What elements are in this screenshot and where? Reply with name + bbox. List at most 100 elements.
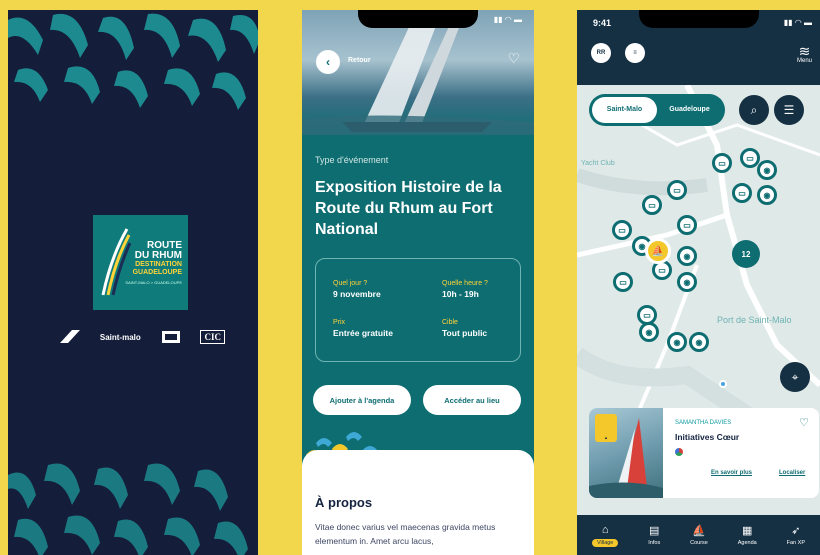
tab-agenda[interactable]: ▦ Agenda: [738, 525, 757, 546]
tab-fan-xp[interactable]: ➶ Fan XP: [787, 525, 805, 546]
tab-infos[interactable]: ▤ Infos: [648, 525, 660, 546]
route-du-rhum-logo: ROUTE DU RHUM DESTINATION GUADELOUPE SAI…: [93, 215, 188, 310]
map-cluster[interactable]: 12: [732, 240, 760, 268]
logo-line-guadeloupe: GUADELOUPE: [132, 268, 182, 276]
event-info-box: Quel jour ? 9 novembre Quelle heure ? 10…: [315, 258, 521, 362]
menu-button[interactable]: ≋ Menu: [797, 44, 812, 64]
info-time-value: 10h - 19h: [442, 289, 479, 299]
crosshair-icon: ⌖: [791, 369, 799, 384]
info-day: Quel jour ? 9 novembre: [333, 280, 381, 299]
splash-screen: ROUTE DU RHUM DESTINATION GUADELOUPE SAI…: [8, 10, 258, 555]
map-pin[interactable]: ▭: [612, 220, 632, 240]
segment-guadeloupe[interactable]: Guadeloupe: [657, 97, 722, 123]
map-pin[interactable]: ◉: [639, 322, 659, 342]
wave-pattern-top: [8, 13, 258, 110]
poi-card-badge-icon: ▲: [595, 414, 617, 442]
filter-icon: ☰: [783, 103, 795, 117]
map-pin[interactable]: ▭: [613, 272, 633, 292]
map-pin[interactable]: ▭: [642, 195, 662, 215]
back-button[interactable]: ‹: [316, 50, 340, 74]
logo-stripes-icon: [101, 228, 131, 296]
location-segmented-control: Saint-Malo Guadeloupe: [589, 94, 725, 126]
tab-village[interactable]: ⌂ Village: [591, 523, 619, 547]
event-title: Exposition Histoire de la Route du Rhum …: [315, 179, 502, 238]
map-pin[interactable]: ◉: [689, 332, 709, 352]
logo-line-route: ROUTE: [147, 239, 182, 251]
status-icons: ▮▮ ◠ ▬: [493, 15, 522, 24]
map-pin[interactable]: ▭: [712, 153, 732, 173]
map-pin[interactable]: ◉: [677, 246, 697, 266]
map-pin[interactable]: ◉: [677, 272, 697, 292]
wave-pattern-bottom: [8, 463, 248, 555]
poi-card[interactable]: ▲ SAMANTHA DAVIES Initiatives Cœur ♡ En …: [589, 408, 819, 498]
go-to-place-button[interactable]: Accéder au lieu: [423, 385, 521, 415]
poi-card-subtitle: SAMANTHA DAVIES: [675, 420, 732, 426]
search-button[interactable]: ⌕: [739, 95, 769, 125]
info-time: Quelle heure ? 10h - 19h: [442, 280, 488, 299]
map-pin[interactable]: ◉: [667, 332, 687, 352]
logo-line-rhum: DU RHUM: [134, 249, 182, 261]
logo-line-destination: DESTINATION: [135, 260, 182, 268]
event-hero-image: [302, 10, 534, 135]
locate-me-button[interactable]: ⌖: [780, 362, 810, 392]
add-to-agenda-button[interactable]: Ajouter à l'agenda: [313, 385, 411, 415]
rocket-icon: ➶: [791, 524, 801, 537]
map-pin[interactable]: ◉: [757, 160, 777, 180]
partner-flag-icon: [161, 331, 180, 343]
poi-locate-link[interactable]: Localiser: [779, 470, 805, 476]
map-screen: 9:41 ▮▮ ◠ ▬ RR ≡ ≋ Menu Yacht Club Port …: [577, 10, 820, 555]
partner-logos: Saint-malo CIC: [60, 330, 225, 344]
poi-favorite-heart-icon[interactable]: ♡: [799, 416, 809, 429]
map-pin[interactable]: ◉: [757, 185, 777, 205]
cic-logo: CIC: [200, 330, 225, 344]
chevron-left-icon: ‹: [326, 55, 330, 69]
back-label[interactable]: Retour: [348, 57, 371, 64]
info-target: Cible Tout public: [442, 319, 487, 338]
tab-infos-label: Infos: [648, 539, 661, 546]
info-price: Prix Entrée gratuite: [333, 319, 393, 338]
event-type-label: Type d'événement: [315, 155, 389, 165]
tab-course-label: Course: [690, 539, 708, 546]
user-location-dot: [719, 380, 727, 388]
phone-notch: [358, 10, 478, 28]
info-time-label: Quelle heure ?: [442, 280, 488, 287]
map-pin-selected[interactable]: ⛵: [645, 238, 671, 264]
home-icon: ⌂: [601, 523, 609, 536]
status-icons: ▮▮ ◠ ▬: [783, 18, 812, 27]
tab-fan-xp-label: Fan XP: [786, 539, 805, 546]
info-target-label: Cible: [442, 319, 458, 326]
sailboat-photo: [302, 10, 534, 135]
boat-icon: ⛵: [692, 524, 706, 537]
poi-card-title: Initiatives Cœur: [675, 432, 740, 442]
info-price-label: Prix: [333, 319, 346, 326]
event-detail-screen: ▮▮ ◠ ▬ ‹ Retour ♡ Type d'événement Expos…: [302, 10, 534, 555]
menu-waves-icon: ≋: [798, 43, 811, 59]
poi-card-image: ▲: [589, 408, 663, 498]
region-logo-icon: [60, 330, 80, 343]
map-pin[interactable]: ▭: [667, 180, 687, 200]
poi-learn-more-link[interactable]: En savoir plus: [711, 470, 752, 476]
about-text: Vitae donec varius vel maecenas gravida …: [315, 522, 496, 546]
logo-line-route-path: SAINT-MALO > GUADELOUPE: [125, 279, 182, 285]
calendar-icon: ▦: [742, 524, 753, 537]
map-label-club: Yacht Club: [581, 160, 615, 167]
map-pin[interactable]: ▭: [732, 183, 752, 203]
info-day-value: 9 novembre: [333, 289, 381, 299]
map-pin[interactable]: ▭: [677, 215, 697, 235]
bottom-tab-bar: ⌂ Village ▤ Infos ⛵ Course ▦ Agenda ➶ Fa…: [577, 515, 820, 555]
tab-village-label: Village: [591, 538, 619, 547]
favorite-heart-icon[interactable]: ♡: [507, 50, 520, 67]
saint-malo-logo: Saint-malo: [99, 332, 141, 342]
info-doc-icon: ▤: [649, 524, 660, 537]
tab-course[interactable]: ⛵ Course: [690, 525, 708, 546]
menu-label: Menu: [796, 58, 812, 64]
color-dot-icon: [675, 448, 683, 456]
segment-saint-malo[interactable]: Saint-Malo: [592, 97, 657, 123]
info-target-value: Tout public: [442, 328, 488, 338]
info-price-value: Entrée gratuite: [333, 328, 393, 338]
filter-button[interactable]: ☰: [774, 95, 804, 125]
route-du-rhum-mini-logo[interactable]: RR: [591, 43, 611, 63]
map-label-port: Port de Saint-Malo: [717, 315, 792, 325]
search-icon: ⌕: [750, 102, 758, 117]
partner-mini-logo[interactable]: ≡: [625, 43, 645, 63]
